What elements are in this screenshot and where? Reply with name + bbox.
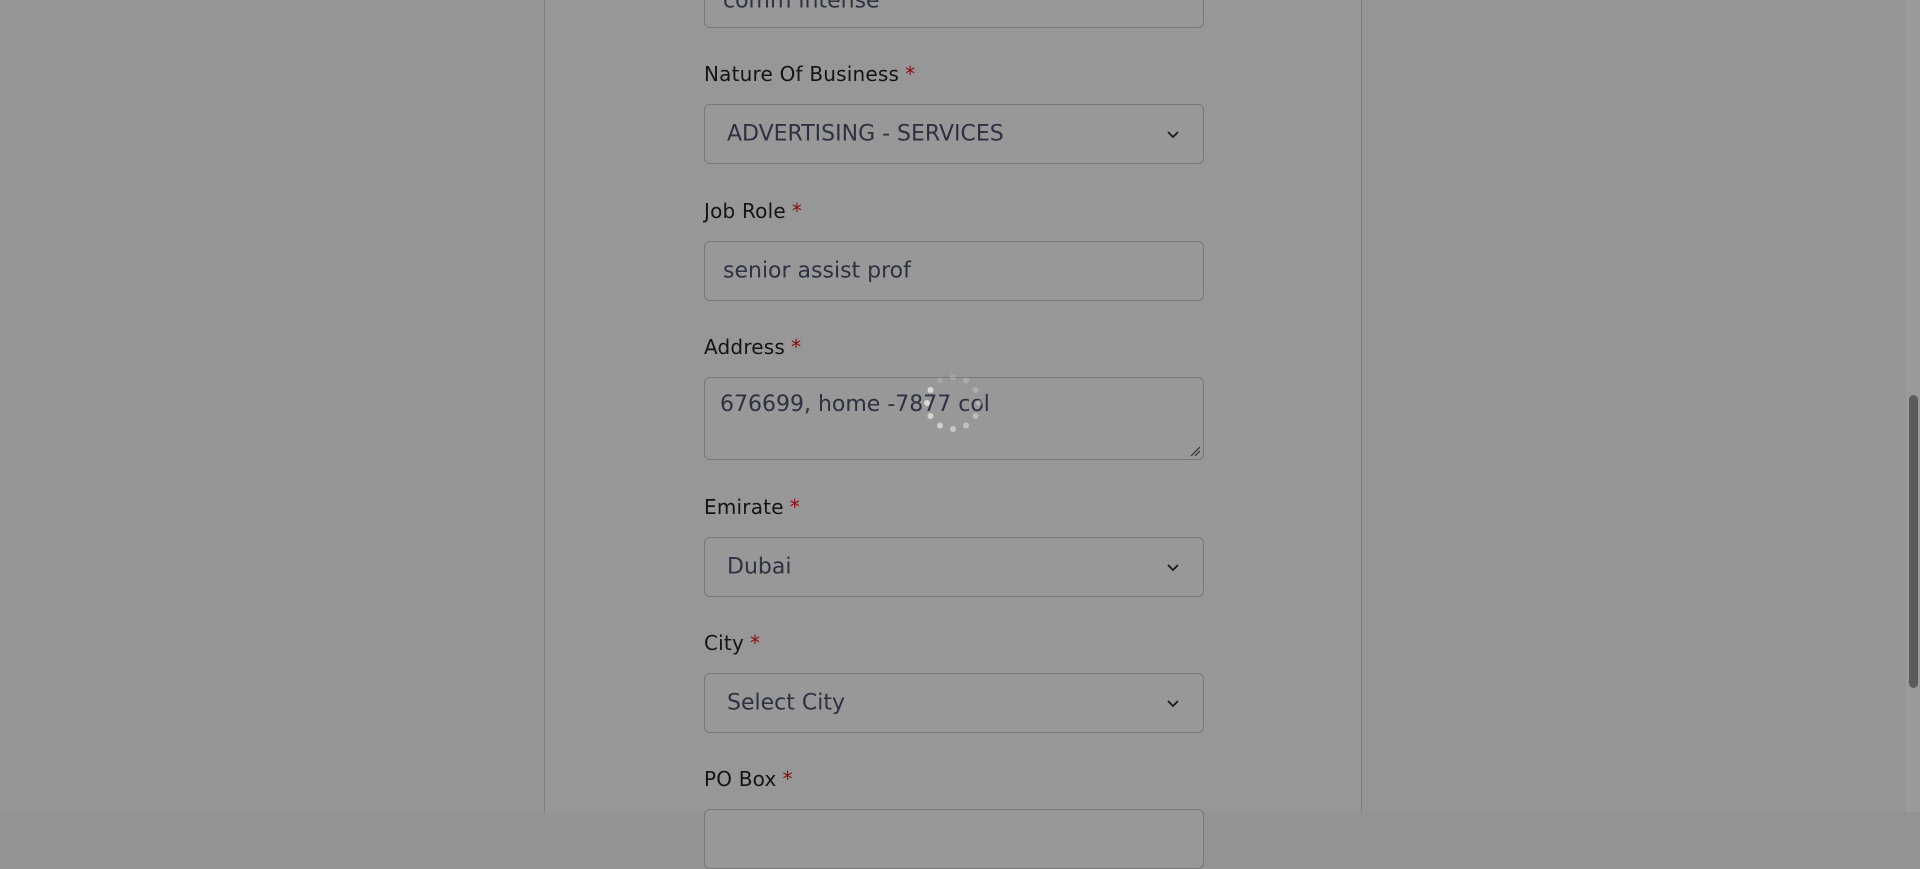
emirate-label: Emirate * <box>704 495 800 519</box>
chevron-down-icon <box>1167 131 1179 139</box>
chevron-down-icon <box>1167 700 1179 708</box>
resize-grip-icon[interactable] <box>1189 445 1201 457</box>
emirate-value: Dubai <box>727 554 792 580</box>
job-role-value: senior assist prof <box>723 258 911 284</box>
po-box-label: PO Box * <box>704 767 793 791</box>
city-select[interactable]: Select City <box>704 673 1204 733</box>
city-label-text: City <box>704 631 744 655</box>
nature-of-business-select[interactable]: ADVERTISING - SERVICES <box>704 104 1204 164</box>
scrollbar-track[interactable] <box>1906 0 1920 812</box>
job-role-label-text: Job Role <box>704 199 786 223</box>
po-box-input[interactable] <box>704 809 1204 869</box>
required-mark: * <box>789 495 800 519</box>
company-name-input[interactable]: comm intense <box>704 0 1204 28</box>
city-value: Select City <box>727 690 845 716</box>
page-background: comm intense Nature Of Business * ADVERTI… <box>0 0 1920 869</box>
city-label: City * <box>704 631 760 655</box>
loading-spinner-icon <box>924 374 982 432</box>
required-mark: * <box>782 767 793 791</box>
nature-of-business-label: Nature Of Business * <box>704 62 915 86</box>
chevron-down-icon <box>1167 564 1179 572</box>
scrollbar-thumb[interactable] <box>1909 395 1918 688</box>
emirate-select[interactable]: Dubai <box>704 537 1204 597</box>
nature-of-business-value: ADVERTISING - SERVICES <box>727 121 1004 147</box>
required-mark: * <box>905 62 916 86</box>
address-label-text: Address <box>704 335 786 359</box>
required-mark: * <box>750 631 761 655</box>
required-mark: * <box>791 335 802 359</box>
emirate-label-text: Emirate <box>704 495 784 519</box>
job-role-input[interactable]: senior assist prof <box>704 241 1204 301</box>
po-box-label-text: PO Box <box>704 767 777 791</box>
nature-of-business-label-text: Nature Of Business <box>704 62 900 86</box>
address-label: Address * <box>704 335 801 359</box>
company-name-value: comm intense <box>723 0 880 14</box>
required-mark: * <box>791 199 803 223</box>
job-role-label: Job Role * <box>704 199 802 223</box>
